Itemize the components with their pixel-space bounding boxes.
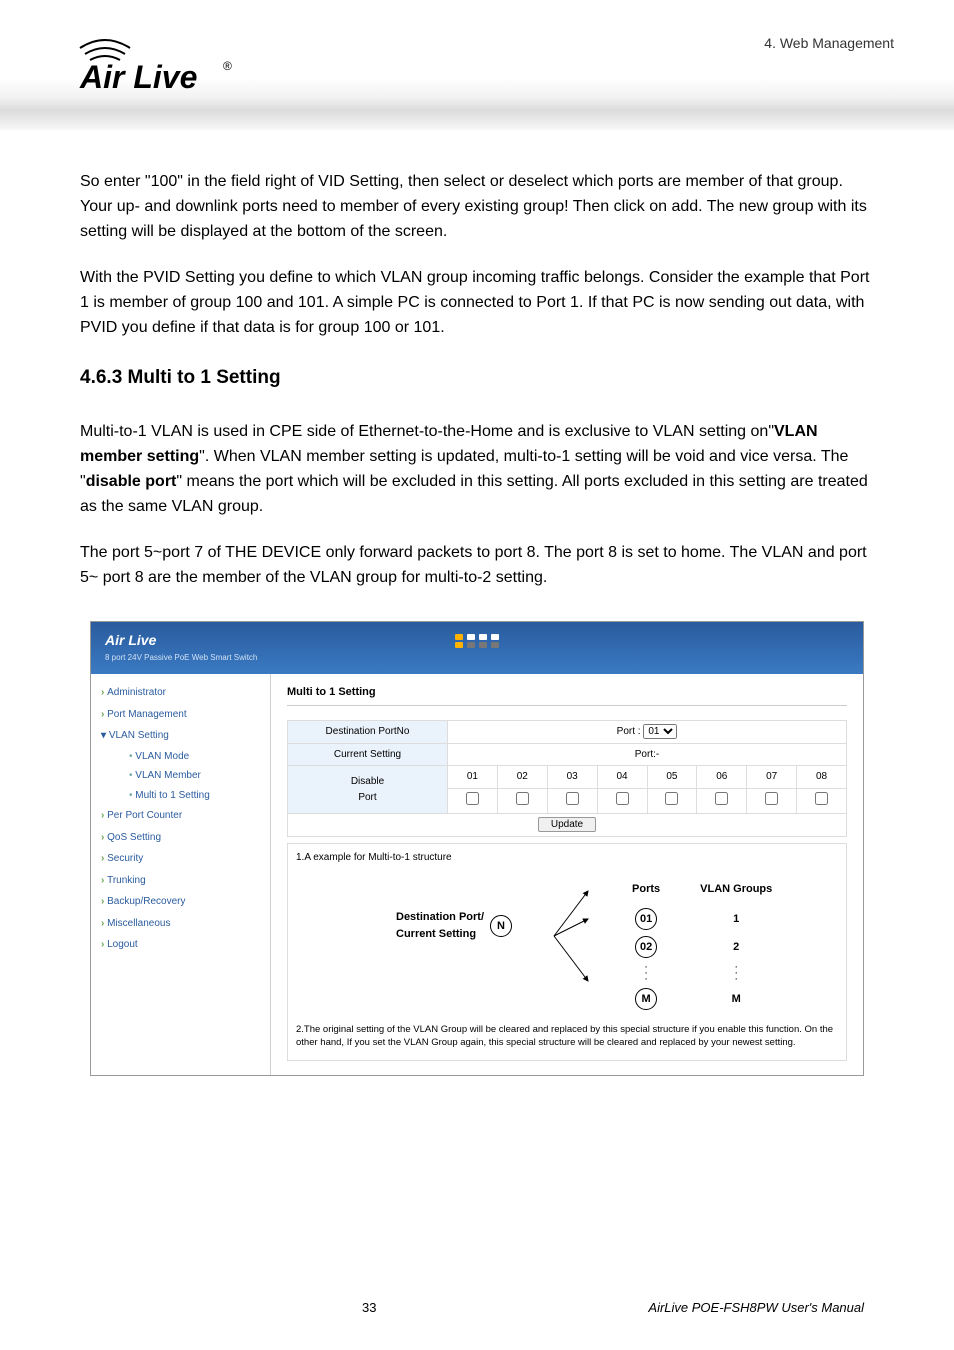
port-checkbox-05[interactable] bbox=[665, 792, 678, 805]
port-header-04: 04 bbox=[597, 766, 647, 789]
dest-port-label: Destination PortNo bbox=[288, 721, 448, 744]
paragraph-1: So enter "100" in the field right of VID… bbox=[80, 170, 874, 244]
main-title: Multi to 1 Setting bbox=[287, 684, 847, 701]
manual-title: AirLive POE-FSH8PW User's Manual bbox=[648, 1300, 864, 1315]
example-note: 2.The original setting of the VLAN Group… bbox=[296, 1024, 838, 1050]
diagram-arrows-icon bbox=[552, 881, 592, 991]
dots-icon: ··· bbox=[644, 964, 648, 982]
diagram-ports-head: Ports bbox=[632, 881, 660, 898]
port-header-07: 07 bbox=[747, 766, 797, 789]
nav-qos-setting[interactable]: QoS Setting bbox=[101, 827, 270, 849]
diagram-ports-col: Ports 01 02 ··· M bbox=[632, 881, 660, 1010]
diagram-port-m: M bbox=[635, 988, 657, 1010]
diagram-group-2: 2 bbox=[733, 936, 739, 958]
screenshot-header: Air Live 8 port 24V Passive PoE Web Smar… bbox=[91, 622, 863, 674]
port-header-08: 08 bbox=[797, 766, 847, 789]
nav-security[interactable]: Security bbox=[101, 848, 270, 870]
nav-per-port-counter[interactable]: Per Port Counter bbox=[101, 805, 270, 827]
port-label: Port : bbox=[617, 726, 641, 737]
port-header-06: 06 bbox=[697, 766, 747, 789]
paragraph-4: The port 5~port 7 of THE DEVICE only for… bbox=[80, 541, 874, 591]
screenshot-logo: Air Live bbox=[105, 630, 156, 652]
nav-backup-recovery[interactable]: Backup/Recovery bbox=[101, 891, 270, 913]
main-panel: Multi to 1 Setting Destination PortNo Po… bbox=[271, 674, 863, 1075]
current-setting-row: Current Setting Port:- bbox=[288, 743, 847, 766]
document-body: So enter "100" in the field right of VID… bbox=[0, 130, 954, 1076]
disable-port-label-row: Disable Port 01 02 03 04 05 06 07 08 bbox=[288, 766, 847, 789]
nav-multi-to-1[interactable]: Multi to 1 Setting bbox=[129, 786, 270, 806]
diagram-port-02: 02 bbox=[635, 936, 657, 958]
port-checkbox-08[interactable] bbox=[815, 792, 828, 805]
screenshot-subtitle: 8 port 24V Passive PoE Web Smart Switch bbox=[105, 652, 257, 664]
port-checkbox-06[interactable] bbox=[715, 792, 728, 805]
current-setting-label: Current Setting bbox=[288, 743, 448, 766]
nav-vlan-mode[interactable]: VLAN Mode bbox=[129, 747, 270, 767]
port-checkbox-04[interactable] bbox=[616, 792, 629, 805]
page-header: Air Live ® 4. Web Management bbox=[0, 0, 954, 130]
config-table: Destination PortNo Port : 01 Current Set… bbox=[287, 720, 847, 837]
diagram-group-m: M bbox=[732, 988, 741, 1010]
dest-port-cell: Port : 01 bbox=[448, 721, 847, 744]
port-header-02: 02 bbox=[497, 766, 547, 789]
nav-logout[interactable]: Logout bbox=[101, 934, 270, 956]
paragraph-2: With the PVID Setting you define to whic… bbox=[80, 266, 874, 340]
web-ui-screenshot: Air Live 8 port 24V Passive PoE Web Smar… bbox=[90, 621, 864, 1076]
diagram-dest-label: Destination Port/ Current Setting N bbox=[396, 909, 512, 943]
nav-port-management[interactable]: Port Management bbox=[101, 704, 270, 726]
example-caption: 1.A example for Multi-to-1 structure bbox=[296, 850, 838, 866]
port-header-03: 03 bbox=[547, 766, 597, 789]
update-button[interactable]: Update bbox=[538, 817, 596, 832]
airlive-logo: Air Live ® bbox=[75, 20, 235, 100]
led-panel-icon bbox=[455, 634, 499, 648]
diagram: Destination Port/ Current Setting N bbox=[296, 875, 838, 1024]
svg-text:®: ® bbox=[223, 59, 232, 73]
page-footer: 33 AirLive POE-FSH8PW User's Manual bbox=[0, 1300, 954, 1315]
paragraph-3: Multi-to-1 VLAN is used in CPE side of E… bbox=[80, 420, 874, 519]
port-checkbox-01[interactable] bbox=[466, 792, 479, 805]
diagram-groups-col: VLAN Groups 1 2 ··· M bbox=[700, 881, 772, 1010]
dots-icon: ··· bbox=[734, 964, 738, 982]
diagram-groups-head: VLAN Groups bbox=[700, 881, 772, 898]
nav-administrator[interactable]: Administrator bbox=[101, 682, 270, 704]
disable-port-label: Disable Port bbox=[288, 766, 448, 814]
divider bbox=[287, 705, 847, 706]
dest-port-row: Destination PortNo Port : 01 bbox=[288, 721, 847, 744]
diagram-port-01: 01 bbox=[635, 908, 657, 930]
nav-miscellaneous[interactable]: Miscellaneous bbox=[101, 913, 270, 935]
svg-text:Air Live: Air Live bbox=[79, 59, 197, 95]
diagram-group-1: 1 bbox=[733, 908, 739, 930]
port-header-05: 05 bbox=[647, 766, 697, 789]
example-box: 1.A example for Multi-to-1 structure Des… bbox=[287, 843, 847, 1061]
sidebar-nav: Administrator Port Management VLAN Setti… bbox=[91, 674, 271, 1075]
nav-vlan-setting[interactable]: VLAN Setting bbox=[101, 725, 270, 747]
diagram-node-n: N bbox=[490, 915, 512, 937]
port-header-01: 01 bbox=[448, 766, 498, 789]
update-row: Update bbox=[288, 814, 847, 837]
port-checkbox-07[interactable] bbox=[765, 792, 778, 805]
breadcrumb: 4. Web Management bbox=[764, 35, 894, 51]
nav-trunking[interactable]: Trunking bbox=[101, 870, 270, 892]
port-checkbox-02[interactable] bbox=[516, 792, 529, 805]
nav-vlan-member[interactable]: VLAN Member bbox=[129, 766, 270, 786]
current-setting-value: Port:- bbox=[448, 743, 847, 766]
section-heading: 4.6.3 Multi to 1 Setting bbox=[80, 363, 874, 392]
page-number: 33 bbox=[362, 1300, 376, 1315]
port-select[interactable]: 01 bbox=[643, 724, 677, 739]
port-checkbox-03[interactable] bbox=[566, 792, 579, 805]
